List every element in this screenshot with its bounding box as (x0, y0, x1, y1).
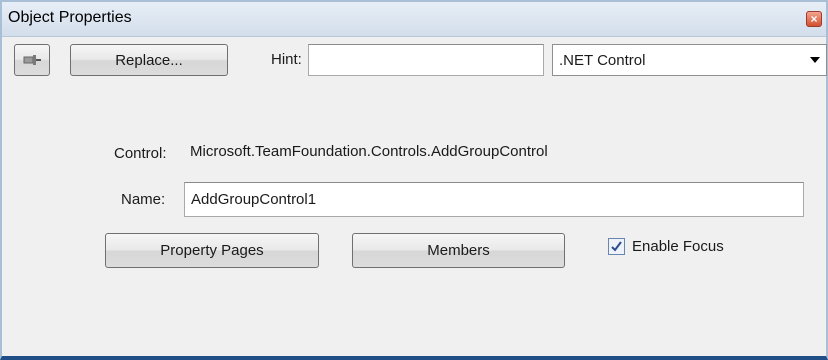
name-label: Name: (121, 191, 166, 208)
replace-button[interactable]: Replace... (70, 44, 228, 76)
pin-button[interactable] (14, 44, 50, 76)
object-properties-window: Object Properties × Replace... Hint: .NE… (0, 0, 828, 360)
name-input[interactable]: AddGroupControl1 (184, 182, 804, 217)
chevron-down-icon[interactable] (810, 57, 820, 63)
check-icon (611, 241, 622, 252)
hint-input[interactable] (308, 44, 544, 76)
enable-focus-label[interactable]: Enable Focus (632, 238, 724, 255)
window-title: Object Properties (8, 9, 132, 26)
control-type-selected: .NET Control (559, 51, 646, 69)
title-bar: Object Properties × (2, 2, 826, 37)
close-icon: × (810, 12, 818, 26)
control-type-dropdown[interactable]: .NET Control (552, 44, 827, 76)
members-button[interactable]: Members (352, 233, 565, 268)
control-value: Microsoft.TeamFoundation.Controls.AddGro… (190, 143, 548, 160)
control-label: Control: (114, 145, 167, 162)
pin-icon (23, 55, 41, 65)
close-button[interactable]: × (806, 11, 822, 27)
property-pages-button[interactable]: Property Pages (105, 233, 319, 268)
enable-focus-checkbox[interactable] (608, 238, 625, 255)
hint-label: Hint: (271, 51, 302, 68)
